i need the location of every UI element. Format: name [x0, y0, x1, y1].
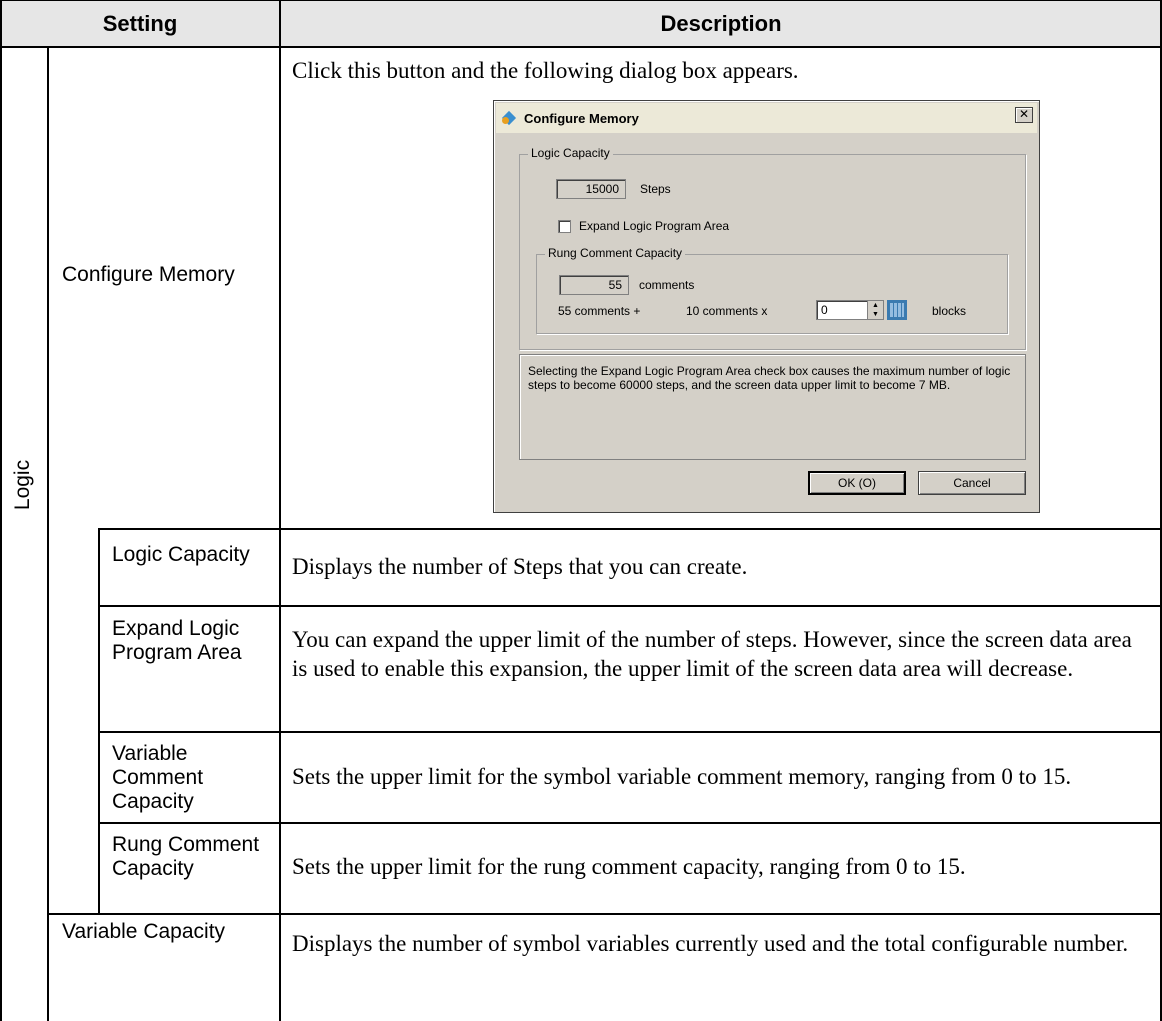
- logic-capacity-group-label: Logic Capacity: [528, 146, 613, 160]
- blocks-value: 0: [821, 303, 828, 317]
- logic-group-divider: [47, 47, 49, 1021]
- blocks-spinner[interactable]: 0 ▲ ▼: [816, 300, 884, 320]
- base-comments-label: 55 comments +: [558, 304, 641, 318]
- app-icon: [502, 111, 520, 125]
- comments-value-field: 55: [559, 275, 629, 295]
- logic-group-label: Logic: [11, 459, 35, 511]
- spinner-arrows-icon[interactable]: ▲ ▼: [867, 301, 883, 319]
- cancel-button[interactable]: Cancel: [918, 471, 1026, 495]
- description-configure-memory: Click this button and the following dial…: [292, 58, 799, 83]
- comments-unit-label: comments: [639, 278, 695, 292]
- description-expand-logic-program-area: You can expand the upper limit of the nu…: [292, 627, 1132, 681]
- row-divider-1: [98, 528, 1162, 530]
- expand-logic-checkbox[interactable]: [558, 220, 571, 233]
- row-divider-4: [98, 822, 1162, 824]
- info-text-box: Selecting the Expand Logic Program Area …: [519, 354, 1026, 460]
- table-border-top: [0, 0, 1162, 1]
- setting-configure-memory: Configure Memory: [62, 263, 235, 286]
- row-divider-5: [47, 913, 1162, 915]
- ok-button[interactable]: OK (O): [808, 471, 906, 495]
- description-variable-capacity: Displays the number of symbol variables …: [292, 931, 1129, 956]
- description-variable-comment-capacity: Sets the upper limit for the symbol vari…: [292, 764, 1072, 789]
- calculator-icon[interactable]: [887, 300, 907, 320]
- setting-variable-capacity: Variable Capacity: [62, 920, 226, 943]
- configure-memory-dialog: Configure Memory ✕ Logic Capacity 15000 …: [493, 100, 1040, 513]
- setting-expand-logic-program-area: Expand Logic Program Area: [112, 617, 242, 664]
- blocks-unit-label: blocks: [932, 304, 967, 318]
- dialog-title: Configure Memory: [524, 110, 639, 126]
- setting-rung-comment-capacity: Rung Comment Capacity: [112, 833, 260, 880]
- description-column-header: Description: [660, 10, 782, 36]
- description-rung-comment-capacity: Sets the upper limit for the rung commen…: [292, 854, 966, 879]
- row-divider-3: [98, 731, 1162, 733]
- setting-logic-capacity: Logic Capacity: [112, 543, 250, 566]
- comments-per-block-label: 10 comments x: [686, 304, 768, 318]
- subgroup-divider: [98, 529, 100, 915]
- setting-column-header: Setting: [102, 10, 178, 36]
- steps-unit-label: Steps: [640, 182, 671, 196]
- description-logic-capacity: Displays the number of Steps that you ca…: [292, 554, 748, 579]
- setting-variable-comment-capacity: Variable Comment Capacity: [112, 742, 204, 813]
- column-divider: [279, 0, 281, 1021]
- rung-comment-group-label: Rung Comment Capacity: [545, 246, 686, 260]
- info-text: Selecting the Expand Logic Program Area …: [528, 364, 1011, 392]
- row-divider-2: [98, 605, 1162, 607]
- expand-logic-checkbox-label: Expand Logic Program Area: [579, 219, 730, 233]
- dialog-title-bar: Configure Memory: [496, 103, 1037, 133]
- steps-value-field: 15000: [556, 179, 626, 199]
- header-divider: [0, 46, 1162, 48]
- close-icon[interactable]: ✕: [1015, 107, 1033, 123]
